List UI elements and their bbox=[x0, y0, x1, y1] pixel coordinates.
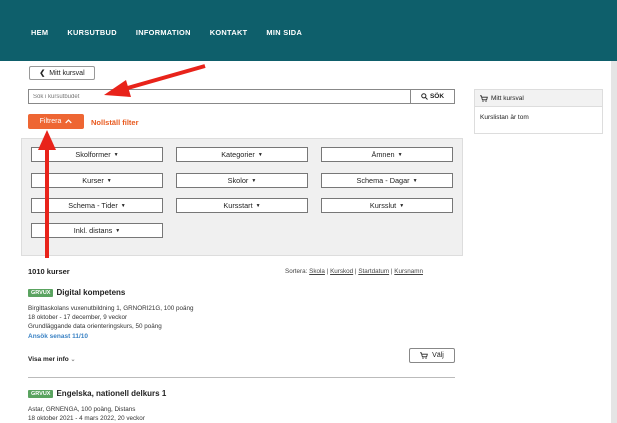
page: HEM KURSUTBUD INFORMATION KONTAKT MIN SI… bbox=[0, 0, 617, 423]
arrow-to-filter-icon bbox=[38, 130, 56, 258]
annotation-arrows bbox=[38, 64, 206, 258]
arrow-to-search-icon bbox=[104, 64, 206, 97]
